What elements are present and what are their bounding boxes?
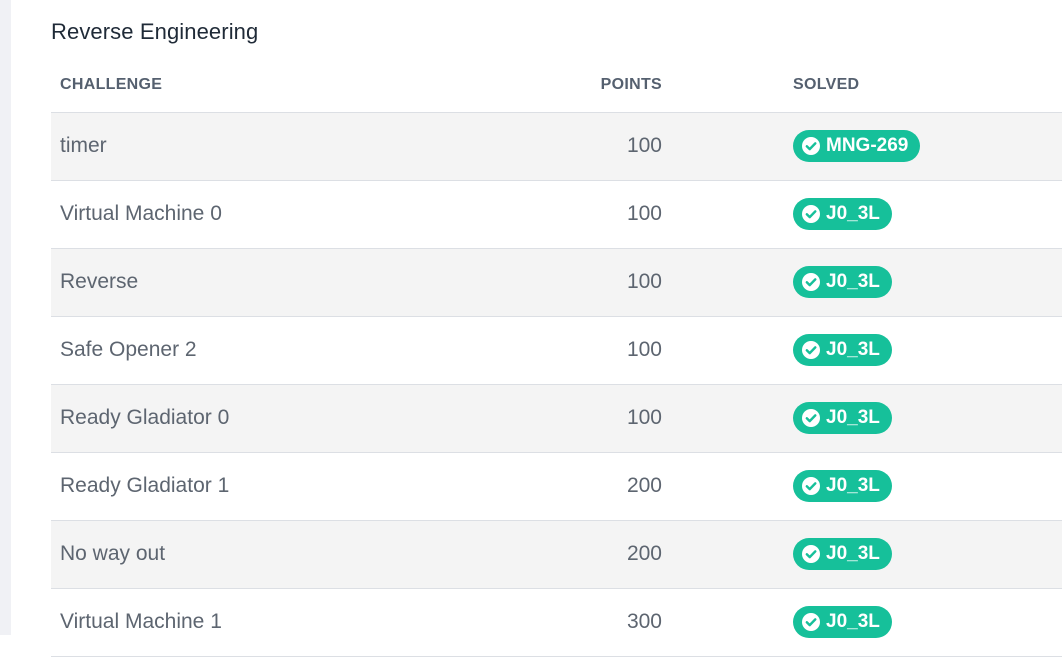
challenge-name[interactable]: Reverse bbox=[60, 270, 138, 294]
challenges-table: CHALLENGE POINTS SOLVED timer 100 MNG-26… bbox=[51, 63, 1062, 657]
solved-badge[interactable]: J0_3L bbox=[793, 266, 892, 298]
challenge-points: 100 bbox=[626, 338, 662, 361]
challenge-name[interactable]: No way out bbox=[60, 542, 165, 566]
solved-badge[interactable]: J0_3L bbox=[793, 606, 892, 638]
solved-badge[interactable]: J0_3L bbox=[793, 334, 892, 366]
solved-badge[interactable]: J0_3L bbox=[793, 470, 892, 502]
challenge-points: 100 bbox=[626, 202, 662, 225]
solver-name: J0_3L bbox=[826, 407, 880, 428]
challenge-points: 100 bbox=[626, 134, 662, 157]
table-row[interactable]: timer 100 MNG-269 bbox=[51, 113, 1062, 181]
column-header-solved[interactable]: SOLVED bbox=[793, 76, 859, 94]
column-header-points[interactable]: POINTS bbox=[601, 76, 662, 94]
table-row[interactable]: Ready Gladiator 0 100 J0_3L bbox=[51, 385, 1062, 453]
page-left-margin bbox=[0, 0, 11, 635]
table-header: CHALLENGE POINTS SOLVED bbox=[51, 63, 1062, 113]
table-row[interactable]: No way out 200 J0_3L bbox=[51, 521, 1062, 589]
table-row[interactable]: Virtual Machine 0 100 J0_3L bbox=[51, 181, 1062, 249]
challenge-points: 300 bbox=[626, 610, 662, 633]
challenge-name[interactable]: Safe Opener 2 bbox=[60, 338, 197, 362]
solved-badge[interactable]: J0_3L bbox=[793, 402, 892, 434]
table-row[interactable]: Reverse 100 J0_3L bbox=[51, 249, 1062, 317]
challenge-name[interactable]: Virtual Machine 1 bbox=[60, 610, 222, 634]
challenges-panel: Reverse Engineering CHALLENGE POINTS SOL… bbox=[11, 0, 1062, 657]
table-row[interactable]: Ready Gladiator 1 200 J0_3L bbox=[51, 453, 1062, 521]
challenge-points: 200 bbox=[626, 474, 662, 497]
solver-name: J0_3L bbox=[826, 475, 880, 496]
challenge-points: 200 bbox=[626, 542, 662, 565]
challenge-name[interactable]: timer bbox=[60, 134, 107, 158]
table-row[interactable]: Safe Opener 2 100 J0_3L bbox=[51, 317, 1062, 385]
check-circle-icon bbox=[802, 273, 820, 291]
check-circle-icon bbox=[802, 137, 820, 155]
solver-name: J0_3L bbox=[826, 203, 880, 224]
check-circle-icon bbox=[802, 613, 820, 631]
check-circle-icon bbox=[802, 341, 820, 359]
solver-name: J0_3L bbox=[826, 339, 880, 360]
check-circle-icon bbox=[802, 545, 820, 563]
challenge-points: 100 bbox=[626, 406, 662, 429]
solver-name: MNG-269 bbox=[826, 135, 909, 156]
check-circle-icon bbox=[802, 205, 820, 223]
column-header-challenge[interactable]: CHALLENGE bbox=[60, 76, 162, 94]
check-circle-icon bbox=[802, 477, 820, 495]
challenge-name[interactable]: Ready Gladiator 1 bbox=[60, 474, 229, 498]
solver-name: J0_3L bbox=[826, 611, 880, 632]
check-circle-icon bbox=[802, 409, 820, 427]
section-title: Reverse Engineering bbox=[51, 19, 259, 44]
solved-badge[interactable]: MNG-269 bbox=[793, 130, 921, 162]
solver-name: J0_3L bbox=[826, 543, 880, 564]
solved-badge[interactable]: J0_3L bbox=[793, 198, 892, 230]
challenge-name[interactable]: Ready Gladiator 0 bbox=[60, 406, 229, 430]
solved-badge[interactable]: J0_3L bbox=[793, 538, 892, 570]
table-row[interactable]: Virtual Machine 1 300 J0_3L bbox=[51, 589, 1062, 657]
challenge-name[interactable]: Virtual Machine 0 bbox=[60, 202, 222, 226]
challenge-points: 100 bbox=[626, 270, 662, 293]
solver-name: J0_3L bbox=[826, 271, 880, 292]
